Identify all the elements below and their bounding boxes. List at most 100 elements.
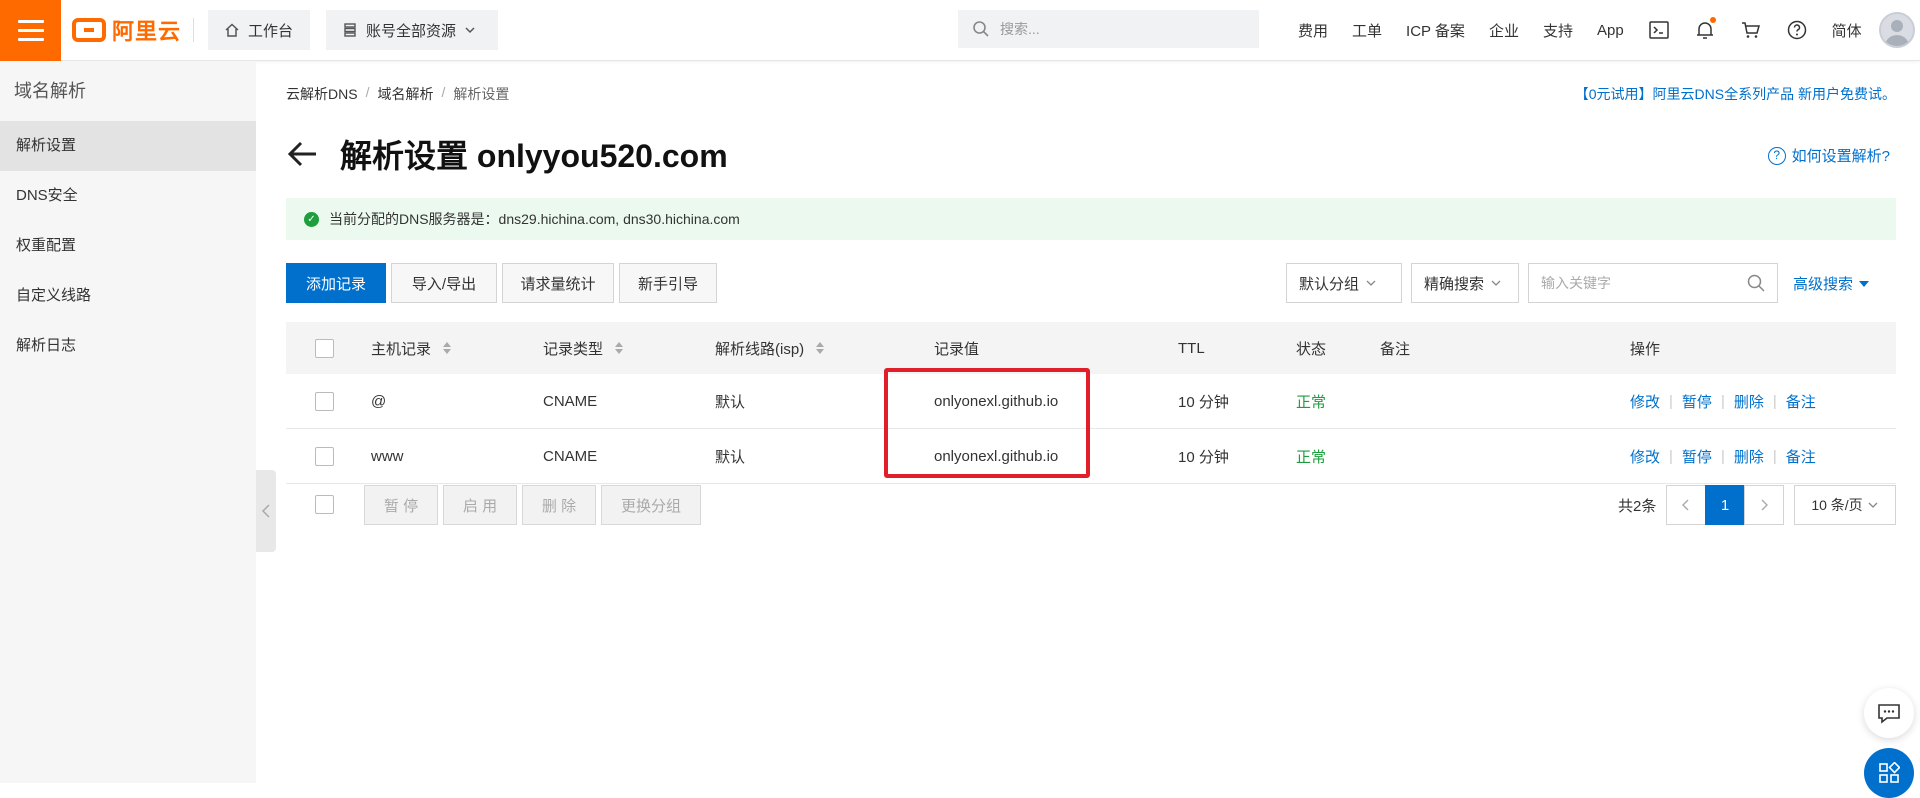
chevron-down-icon	[1868, 502, 1878, 508]
back-arrow-icon[interactable]	[286, 137, 320, 171]
resources-label: 账号全部资源	[366, 22, 457, 40]
row-actions: 修改 | 暂停 | 删除 | 备注	[1630, 374, 1816, 428]
cell-value: onlyonexl.github.io	[934, 447, 1059, 465]
prev-page-button[interactable]	[1666, 485, 1706, 525]
notice-text: 当前分配的DNS服务器是：dns29.hichina.com, dns30.hi…	[329, 211, 740, 227]
logo[interactable]: 阿里云	[72, 14, 181, 46]
next-page-button[interactable]	[1744, 485, 1784, 525]
bulk-select-checkbox[interactable]	[315, 495, 334, 514]
nav-fees[interactable]: 费用	[1286, 20, 1340, 41]
search-mode-select[interactable]: 精确搜索	[1411, 263, 1519, 303]
nav-tickets[interactable]: 工单	[1340, 20, 1394, 41]
promo-link[interactable]: 【0元试用】阿里云DNS全系列产品 新用户免费试。	[1575, 84, 1896, 104]
col-line[interactable]: 解析线路(isp)	[715, 322, 825, 374]
row-checkbox[interactable]	[315, 446, 334, 466]
pause-link[interactable]: 暂停	[1682, 391, 1712, 412]
group-select[interactable]: 默认分组	[1286, 263, 1402, 303]
remark-link[interactable]: 备注	[1786, 391, 1816, 412]
divider: |	[1669, 447, 1673, 465]
edit-link[interactable]: 修改	[1630, 446, 1660, 467]
home-icon	[225, 23, 239, 37]
advanced-search-label: 高级搜索	[1793, 276, 1854, 293]
cell-ttl: 10 分钟	[1178, 393, 1229, 411]
col-host[interactable]: 主机记录	[371, 322, 452, 374]
sidebar-item-dns-security[interactable]: DNS安全	[0, 171, 256, 221]
change-group-button[interactable]: 更换分组	[601, 485, 701, 525]
import-export-button[interactable]: 导入/导出	[391, 263, 497, 303]
group-select-value: 默认分组	[1299, 275, 1360, 293]
title-row: 解析设置 onlyyou520.com	[286, 131, 728, 177]
resources-dropdown[interactable]: 账号全部资源	[326, 10, 498, 50]
feedback-button[interactable]	[1864, 688, 1914, 738]
remark-link[interactable]: 备注	[1786, 446, 1816, 467]
toolbar: 添加记录 导入/导出 请求量统计 新手引导 默认分组 精确搜索 高级搜索	[286, 263, 1896, 303]
breadcrumb-domain-dns[interactable]: 域名解析	[377, 84, 433, 104]
bulk-pause-button[interactable]: 暂 停	[364, 485, 438, 525]
delete-link[interactable]: 删除	[1734, 391, 1764, 412]
sidebar-collapse-handle[interactable]	[256, 470, 276, 552]
nav-icp[interactable]: ICP 备案	[1394, 20, 1477, 41]
terminal-icon[interactable]	[1636, 21, 1682, 39]
col-line-label: 解析线路(isp)	[715, 340, 805, 358]
help-link[interactable]: ? 如何设置解析?	[1767, 145, 1890, 166]
divider: |	[1669, 392, 1673, 410]
sort-icon	[443, 342, 452, 354]
col-type[interactable]: 记录类型	[543, 322, 624, 374]
bulk-enable-button[interactable]: 启 用	[443, 485, 517, 525]
table-header: 主机记录 记录类型 解析线路(isp) 记录值 TTL 状态 备注 操作	[286, 322, 1896, 374]
global-search[interactable]: 搜索...	[958, 10, 1259, 48]
col-status: 状态	[1296, 340, 1327, 358]
apps-button[interactable]	[1864, 748, 1914, 798]
workbench-label: 工作台	[248, 22, 294, 40]
sidebar-item-dns-settings[interactable]: 解析设置	[0, 121, 256, 171]
col-remark: 备注	[1380, 340, 1411, 358]
search-placeholder: 搜索...	[1000, 21, 1040, 37]
bell-icon[interactable]	[1682, 17, 1728, 40]
workbench-button[interactable]: 工作台	[208, 10, 310, 50]
select-all-checkbox[interactable]	[315, 338, 334, 358]
avatar[interactable]	[1879, 12, 1915, 48]
breadcrumb-separator: /	[441, 84, 446, 100]
nav-support[interactable]: 支持	[1531, 20, 1585, 41]
bulk-delete-button[interactable]: 删 除	[522, 485, 596, 525]
advanced-search-link[interactable]: 高级搜索	[1793, 273, 1870, 294]
breadcrumb-cloud-dns[interactable]: 云解析DNS	[286, 84, 358, 104]
logo-mark-icon	[72, 18, 106, 42]
search-mode-value: 精确搜索	[1424, 275, 1485, 293]
sidebar-item-weight-config[interactable]: 权重配置	[0, 221, 256, 271]
divider: |	[1720, 392, 1725, 410]
cart-icon[interactable]	[1728, 21, 1774, 39]
keyword-input[interactable]	[1528, 263, 1778, 303]
sidebar-item-custom-line[interactable]: 自定义线路	[0, 271, 256, 321]
page-button-current[interactable]: 1	[1705, 485, 1745, 525]
col-ops: 操作	[1630, 340, 1661, 358]
pause-link[interactable]: 暂停	[1682, 446, 1712, 467]
divider: |	[1772, 447, 1777, 465]
row-actions: 修改 | 暂停 | 删除 | 备注	[1630, 429, 1816, 483]
language-switch[interactable]: 简体	[1820, 20, 1874, 41]
edit-link[interactable]: 修改	[1630, 391, 1660, 412]
cell-ttl: 10 分钟	[1178, 448, 1229, 466]
nav-app[interactable]: App	[1585, 22, 1636, 39]
menu-icon[interactable]	[0, 0, 61, 61]
row-checkbox[interactable]	[315, 391, 334, 411]
breadcrumb-current: 解析设置	[453, 86, 510, 102]
breadcrumb: 云解析DNS / 域名解析 / 解析设置	[286, 84, 509, 104]
sidebar-item-dns-log[interactable]: 解析日志	[0, 321, 256, 371]
search-icon[interactable]	[1746, 273, 1766, 293]
sort-icon	[615, 342, 624, 354]
help-icon[interactable]	[1774, 20, 1820, 40]
sidebar: 域名解析 解析设置 DNS安全 权重配置 自定义线路 解析日志	[0, 61, 256, 783]
page-size-select[interactable]: 10 条/页	[1794, 485, 1896, 525]
divider	[193, 18, 194, 42]
sidebar-title: 域名解析	[14, 81, 86, 101]
add-record-button[interactable]: 添加记录	[286, 263, 386, 303]
cell-value: onlyonexl.github.io	[934, 392, 1059, 410]
nav-enterprise[interactable]: 企业	[1477, 20, 1531, 41]
chevron-left-icon	[1682, 499, 1689, 511]
beginner-guide-button[interactable]: 新手引导	[619, 263, 717, 303]
request-stats-button[interactable]: 请求量统计	[502, 263, 614, 303]
chevron-down-icon	[1366, 280, 1376, 286]
delete-link[interactable]: 删除	[1734, 446, 1764, 467]
chevron-left-icon	[261, 504, 270, 518]
